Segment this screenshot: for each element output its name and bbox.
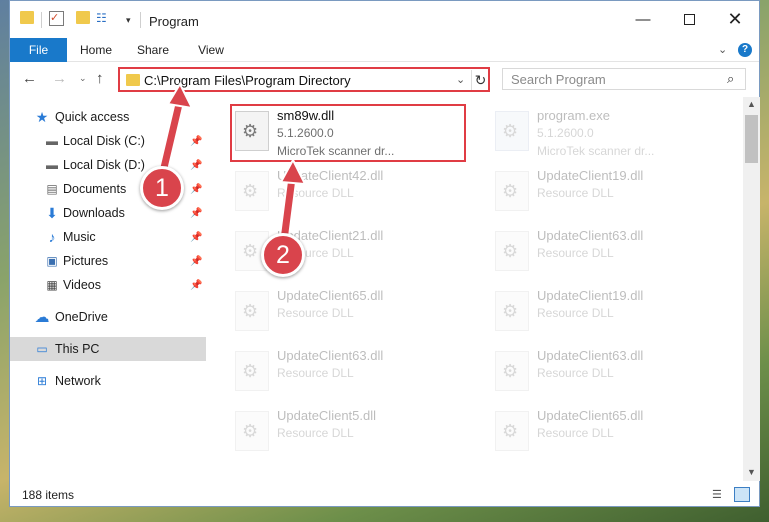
annotation-arrowhead-2: [279, 157, 307, 186]
annotation-arrows: [157, 81, 307, 246]
step-1-badge: 1: [140, 166, 184, 210]
step-2-badge: 2: [261, 233, 305, 277]
annotation-arrowhead-1: [166, 81, 194, 110]
